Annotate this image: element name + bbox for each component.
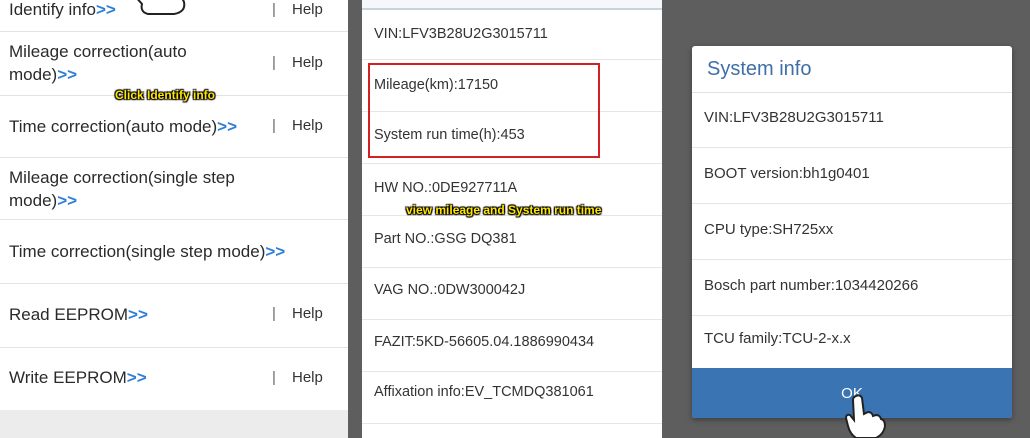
function-menu-panel: Identify info>> | Help Mileage correctio… — [0, 0, 348, 438]
arrows-icon: >> — [126, 368, 147, 387]
menu-item-mileage-correction-single[interactable]: Mileage correction(single step mode)>> — [0, 158, 348, 220]
dialog-row-bosch-part-number: Bosch part number:1034420266 — [692, 260, 1012, 316]
dialog-row-vin: VIN:LFV3B28U2G3015711 — [692, 92, 1012, 148]
info-row-affixation: Affixation info:EV_TCMDQ381061 — [362, 372, 662, 424]
help-link[interactable]: | Help — [272, 368, 348, 388]
caption-view-mileage: view mileage and System run time — [406, 203, 602, 217]
menu-item-label: Identify info — [9, 0, 96, 19]
menu-item-time-correction-single[interactable]: Time correction(single step mode)>> — [0, 220, 348, 284]
menu-item-write-eeprom[interactable]: Write EEPROM>> | Help — [0, 348, 348, 410]
arrows-icon: >> — [265, 242, 286, 261]
arrows-icon: >> — [128, 305, 148, 324]
hand-pointer-icon — [137, 0, 186, 15]
dialog-title: System info — [707, 58, 812, 80]
system-info-dialog: System info VIN:LFV3B28U2G3015711 BOOT v… — [692, 46, 1012, 418]
info-row-system-run-time: System run time(h):453 — [362, 112, 662, 164]
arrows-icon: >> — [217, 117, 238, 136]
help-link[interactable]: | Help — [272, 53, 348, 73]
dialog-row-boot-version: BOOT version:bh1g0401 — [692, 148, 1012, 204]
menu-item-read-eeprom[interactable]: Read EEPROM>> | Help — [0, 284, 348, 348]
help-link[interactable]: | Help — [272, 0, 348, 20]
info-row-vag-no: VAG NO.:0DW300042J — [362, 268, 662, 320]
menu-item-mileage-correction-auto[interactable]: Mileage correction(auto mode)>> | Help — [0, 32, 348, 96]
info-row-fazit: FAZIT:5KD-56605.04.1886990434 — [362, 320, 662, 372]
help-link[interactable]: | Help — [272, 116, 348, 136]
dialog-row-cpu-type: CPU type:SH725xx — [692, 204, 1012, 260]
arrows-icon: >> — [57, 65, 78, 84]
dialog-row-tcu-family: TCU family:TCU-2-x.x — [704, 330, 851, 347]
hand-pointer-icon — [844, 394, 887, 438]
left-panel-footer — [0, 410, 348, 438]
device-info-list: VIN:LFV3B28U2G3015711 Mileage(km):17150 … — [362, 0, 662, 438]
info-row-part-no: Part NO.:GSG DQ381 — [362, 216, 662, 268]
arrows-icon: >> — [57, 191, 78, 210]
menu-item-time-correction-auto[interactable]: Time correction(auto mode)>> | Help — [0, 96, 348, 158]
caption-click-identify: Click Identify info — [115, 88, 216, 102]
info-row-vin: VIN:LFV3B28U2G3015711 — [362, 8, 662, 60]
arrows-icon: >> — [95, 0, 116, 19]
help-link[interactable]: | Help — [272, 304, 348, 324]
menu-item-identify-info[interactable]: Identify info>> | Help — [0, 0, 348, 32]
info-row-mileage: Mileage(km):17150 — [362, 60, 662, 112]
